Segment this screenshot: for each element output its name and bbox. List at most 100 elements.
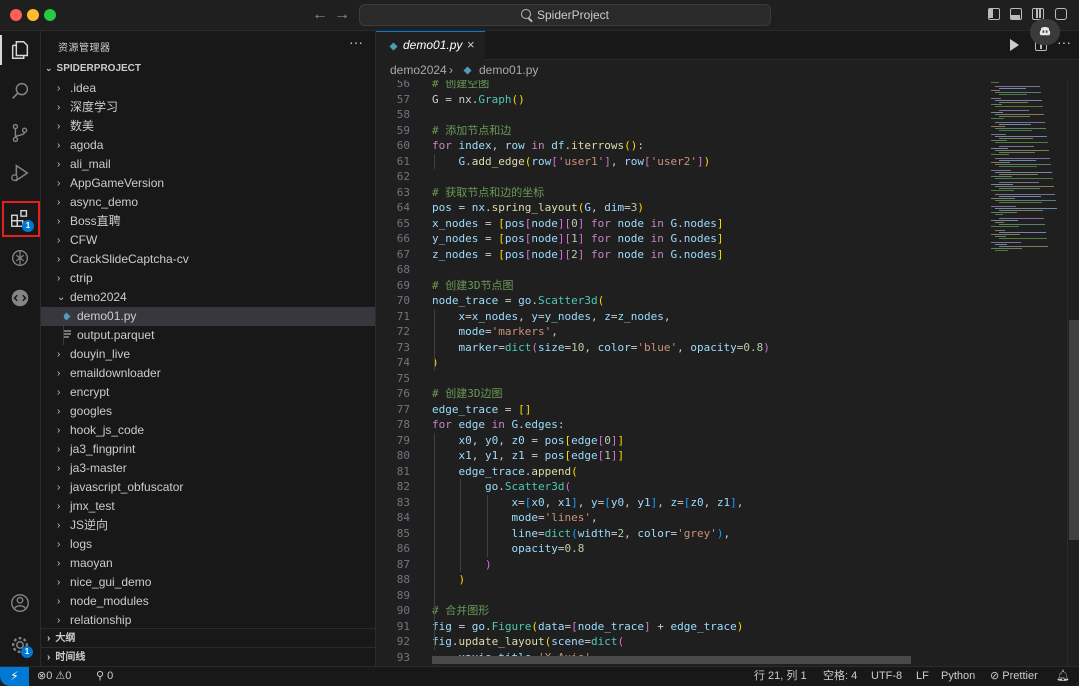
- outline-section[interactable]: › 大纲: [41, 628, 375, 648]
- tree-folder[interactable]: › 数美: [41, 117, 375, 136]
- code-line[interactable]: 59 # 添加节点和边: [376, 123, 986, 139]
- cursor-position[interactable]: 行 21, 列 1: [754, 667, 807, 686]
- tree-folder[interactable]: ⌄ demo2024: [41, 288, 375, 307]
- tree-folder[interactable]: › CFW: [41, 231, 375, 250]
- explorer-icon[interactable]: [6, 36, 34, 64]
- problems-status[interactable]: ⊗0 ⚠0: [37, 667, 71, 686]
- timeline-section[interactable]: › 时间线: [41, 647, 375, 667]
- code-line[interactable]: 65 x_nodes = [pos[node][0] for node in G.…: [376, 216, 986, 232]
- run-file-icon[interactable]: [1010, 39, 1019, 51]
- toggle-panel-icon[interactable]: [1010, 8, 1022, 20]
- vertical-scrollbar[interactable]: [1067, 80, 1079, 666]
- search-view-icon[interactable]: [6, 77, 34, 105]
- source-control-icon[interactable]: [6, 119, 34, 147]
- tree-folder[interactable]: › ja3-master: [41, 459, 375, 478]
- tree-folder[interactable]: › googles: [41, 402, 375, 421]
- code-line[interactable]: 58: [376, 107, 986, 123]
- code-line[interactable]: 56 # 创建空图: [376, 80, 986, 92]
- copilot-float-icon[interactable]: [1030, 19, 1060, 45]
- close-tab-icon[interactable]: ×: [467, 37, 475, 52]
- code-line[interactable]: 90 # 合并图形: [376, 603, 986, 619]
- tree-folder[interactable]: › douyin_live: [41, 345, 375, 364]
- code-editor[interactable]: 56 # 创建空图 57 G = nx.Graph() 58 59 # 添加节点和边 60 fo…: [376, 80, 986, 666]
- tree-file[interactable]: demo01.py: [41, 307, 375, 326]
- minimap[interactable]: [987, 80, 1067, 666]
- code-line[interactable]: 92 fig.update_layout(scene=dict(: [376, 634, 986, 650]
- code-line[interactable]: 87 ): [376, 557, 986, 573]
- run-debug-icon[interactable]: [6, 159, 34, 187]
- code-line[interactable]: 63 # 获取节点和边的坐标: [376, 185, 986, 201]
- tree-folder[interactable]: › ali_mail: [41, 155, 375, 174]
- code-line[interactable]: 82 go.Scatter3d(: [376, 479, 986, 495]
- code-line[interactable]: 60 for index, row in df.iterrows():: [376, 138, 986, 154]
- code-line[interactable]: 88 ): [376, 572, 986, 588]
- chatgpt-icon[interactable]: [6, 244, 34, 272]
- settings-gear-icon[interactable]: 1: [6, 631, 34, 659]
- tab-demo01[interactable]: demo01.py ×: [376, 31, 485, 60]
- code-line[interactable]: 91 fig = go.Figure(data=[node_trace] + ed…: [376, 619, 986, 635]
- back-arrow-icon[interactable]: ←: [312, 5, 328, 25]
- forward-arrow-icon[interactable]: →: [334, 5, 350, 25]
- code-line[interactable]: 70 node_trace = go.Scatter3d(: [376, 293, 986, 309]
- tree-folder[interactable]: › JS逆向: [41, 516, 375, 535]
- tree-folder[interactable]: › async_demo: [41, 193, 375, 212]
- account-icon[interactable]: [6, 589, 34, 617]
- tree-folder[interactable]: › hook_js_code: [41, 421, 375, 440]
- code-line[interactable]: 69 # 创建3D节点图: [376, 278, 986, 294]
- code-line[interactable]: 68: [376, 262, 986, 278]
- code-chat-icon[interactable]: [6, 284, 34, 312]
- encoding-status[interactable]: UTF-8: [871, 667, 902, 686]
- command-center-search[interactable]: SpiderProject: [359, 4, 771, 26]
- tree-file[interactable]: output.parquet: [41, 326, 375, 345]
- indentation-status[interactable]: 空格: 4: [823, 667, 857, 686]
- tree-folder[interactable]: › node_modules: [41, 592, 375, 611]
- code-line[interactable]: 66 y_nodes = [pos[node][1] for node in G.…: [376, 231, 986, 247]
- project-root[interactable]: ⌄ SPIDERPROJECT: [45, 63, 141, 74]
- code-line[interactable]: 79 x0, y0, z0 = pos[edge[0]]: [376, 433, 986, 449]
- code-line[interactable]: 84 mode='lines',: [376, 510, 986, 526]
- notifications-bell-icon[interactable]: 🔔︎: [1056, 667, 1070, 686]
- toggle-primary-sidebar-icon[interactable]: [988, 8, 1000, 20]
- code-line[interactable]: 61 G.add_edge(row['user1'], row['user2']…: [376, 154, 986, 170]
- code-line[interactable]: 81 edge_trace.append(: [376, 464, 986, 480]
- tree-folder[interactable]: › 深度学习: [41, 98, 375, 117]
- scroll-thumb[interactable]: [1069, 320, 1079, 540]
- code-line[interactable]: 77 edge_trace = []: [376, 402, 986, 418]
- code-line[interactable]: 64 pos = nx.spring_layout(G, dim=3): [376, 200, 986, 216]
- tree-folder[interactable]: › emaildownloader: [41, 364, 375, 383]
- tree-folder[interactable]: › nice_gui_demo: [41, 573, 375, 592]
- breadcrumb-file[interactable]: demo01.py: [479, 60, 538, 80]
- eol-status[interactable]: LF: [916, 667, 929, 686]
- prettier-status[interactable]: ⊘ Prettier: [990, 667, 1038, 686]
- code-line[interactable]: 86 opacity=0.8: [376, 541, 986, 557]
- code-line[interactable]: 71 x=x_nodes, y=y_nodes, z=z_nodes,: [376, 309, 986, 325]
- breadcrumb-folder[interactable]: demo2024: [390, 60, 447, 80]
- remote-indicator-icon[interactable]: ⚡: [0, 667, 29, 686]
- tree-folder[interactable]: › .idea: [41, 79, 375, 98]
- code-line[interactable]: 75: [376, 371, 986, 387]
- code-line[interactable]: 76 # 创建3D边图: [376, 386, 986, 402]
- tree-folder[interactable]: › agoda: [41, 136, 375, 155]
- tree-folder[interactable]: › ja3_fingprint: [41, 440, 375, 459]
- code-line[interactable]: 57 G = nx.Graph(): [376, 92, 986, 108]
- tree-folder[interactable]: › AppGameVersion: [41, 174, 375, 193]
- language-status[interactable]: Python: [941, 667, 975, 686]
- tree-folder[interactable]: › jmx_test: [41, 497, 375, 516]
- tree-folder[interactable]: › ctrip: [41, 269, 375, 288]
- minimize-window-button[interactable]: [27, 9, 39, 21]
- code-line[interactable]: 74): [376, 355, 986, 371]
- code-line[interactable]: 67 z_nodes = [pos[node][2] for node in G.…: [376, 247, 986, 263]
- tree-folder[interactable]: › javascript_obfuscator: [41, 478, 375, 497]
- code-line[interactable]: 72 mode='markers',: [376, 324, 986, 340]
- code-line[interactable]: 89: [376, 588, 986, 604]
- tree-folder[interactable]: › logs: [41, 535, 375, 554]
- code-line[interactable]: 85 line=dict(width=2, color='grey'),: [376, 526, 986, 542]
- extensions-icon[interactable]: 1: [6, 204, 34, 232]
- code-line[interactable]: 62: [376, 169, 986, 185]
- maximize-window-button[interactable]: [44, 9, 56, 21]
- tree-folder[interactable]: › encrypt: [41, 383, 375, 402]
- more-actions-icon[interactable]: ···: [349, 34, 363, 50]
- tree-folder[interactable]: › maoyan: [41, 554, 375, 573]
- tree-folder[interactable]: › Boss直聘: [41, 212, 375, 231]
- code-line[interactable]: 78 for edge in G.edges:: [376, 417, 986, 433]
